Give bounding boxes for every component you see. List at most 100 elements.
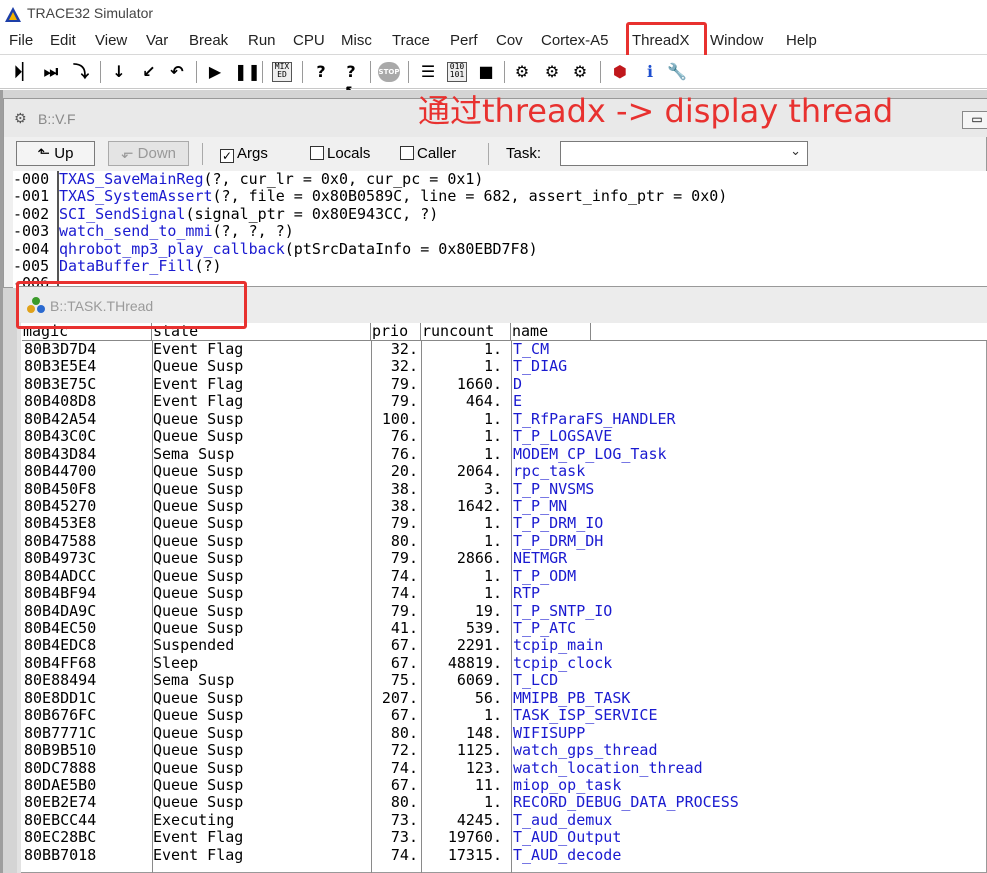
cell-name[interactable]: D [513,375,522,393]
menu-trace[interactable]: Trace [392,32,430,49]
cell-name[interactable]: T_P_SNTP_IO [513,602,612,620]
stack-frame-row[interactable]: -000 TXAS_SaveMainReg(?, cur_lr = 0x0, cu… [13,171,987,189]
table-row[interactable]: 80E8DD1C Queue Susp 207. 56. MMIPB_PB_TASK [22,689,987,707]
menu-window[interactable]: Window [710,32,763,49]
table-row[interactable]: 80DC7888 Queue Susp 74. 123. watch_location_… [22,759,987,777]
table-row[interactable]: 80DAE5B0 Queue Susp 67. 11. miop_op_task [22,776,987,794]
cell-name[interactable]: T_RfParaFS_HANDLER [513,410,676,428]
cell-name[interactable]: tcpip_clock [513,654,612,672]
cell-name[interactable]: T_P_DRM_IO [513,514,603,532]
task-select[interactable]: ⌄ [560,141,808,166]
table-row[interactable]: 80B4FF68 Sleep 67. 48819. tcpip_clock [22,654,987,672]
task-thread-titlebar[interactable]: B::TASK.THread [18,287,987,323]
table-row[interactable]: 80B43C0C Queue Susp 76. 1. T_P_LOGSAVE [22,427,987,445]
frame-function[interactable]: qhrobot_mp3_play_callback [59,240,285,258]
table-row[interactable]: 80B43D84 Sema Susp 76. 1. MODEM_CP_LOG_Task [22,445,987,463]
help-icon[interactable]: ? [312,62,330,82]
menu-cov[interactable]: Cov [496,32,523,49]
frame-function[interactable]: TXAS_SystemAssert [59,187,213,205]
cell-name[interactable]: MMIPB_PB_TASK [513,689,630,707]
table-row[interactable]: 80B453E8 Queue Susp 79. 1. T_P_DRM_IO [22,514,987,532]
column-header-name[interactable]: name [511,323,591,341]
frame-function[interactable]: DataBuffer_Fill [59,257,194,275]
context-help-icon[interactable]: ?↖ [340,62,362,101]
table-row[interactable]: 80EBCC44 Executing 73. 4245. T_aud_demux [22,811,987,829]
column-header-magic[interactable]: magic [22,323,152,341]
step-diverge-icon[interactable]: ⤵ [70,62,92,82]
table-row[interactable]: 80B3E5E4 Queue Susp 32. 1. T_DIAG [22,357,987,375]
table-row[interactable]: 80B4EDC8 Suspended 67. 2291. tcpip_main [22,636,987,654]
cell-name[interactable]: WIFISUPP [513,724,585,742]
column-header-prio[interactable]: prio [371,323,421,341]
cell-name[interactable]: RTP [513,584,540,602]
settings-wrench-icon[interactable]: 🔧 [666,62,688,82]
cell-name[interactable]: TASK_ISP_SERVICE [513,706,658,724]
table-row[interactable]: 80E88494 Sema Susp 75. 6069. T_LCD [22,671,987,689]
table-row[interactable]: 80BB7018 Event Flag 74. 17315. T_AUD_decode [22,846,987,864]
list-icon[interactable]: ☰ [418,62,438,82]
stack-frame-row[interactable]: -001 TXAS_SystemAssert(?, file = 0x80B058… [13,187,987,206]
menu-var[interactable]: Var [146,32,168,49]
cell-name[interactable]: T_P_ODM [513,567,576,585]
table-row[interactable]: 80B4ADCC Queue Susp 74. 1. T_P_ODM [22,567,987,585]
menu-cortex-a5[interactable]: Cortex-A5 [541,32,609,49]
cell-name[interactable]: watch_location_thread [513,759,703,777]
table-row[interactable]: 80B4BF94 Queue Susp 74. 1. RTP [22,584,987,602]
menu-threadx[interactable]: ThreadX [632,32,690,49]
caller-checkbox[interactable]: Caller [400,145,456,162]
table-row[interactable]: 80B4DA9C Queue Susp 79. 19. T_P_SNTP_IO [22,602,987,620]
cell-name[interactable]: T_DIAG [513,357,567,375]
cell-name[interactable]: RECORD_DEBUG_DATA_PROCESS [513,793,739,811]
locals-checkbox[interactable]: Locals [310,145,370,162]
column-header-state[interactable]: state [152,323,371,341]
step-icon[interactable]: ⏵▏ [14,62,34,82]
frame-function[interactable]: SCI_SendSignal [59,205,185,223]
menu-run[interactable]: Run [248,32,276,49]
caller-check-box[interactable] [400,146,414,160]
menu-help[interactable]: Help [786,32,817,49]
up-icon[interactable]: ↶ [168,62,186,82]
frame-function[interactable]: watch_send_to_mmi [59,222,213,240]
mode-icon[interactable]: MIX ED [272,62,292,82]
table-row[interactable]: 80B7771C Queue Susp 80. 148. WIFISUPP [22,724,987,742]
register-icon[interactable]: ■ [476,62,496,82]
cell-name[interactable]: T_LCD [513,671,558,689]
var-frame-icon[interactable]: ⚙ [570,62,590,82]
cell-name[interactable]: T_P_LOGSAVE [513,427,612,445]
cell-name[interactable]: NETMGR [513,549,567,567]
args-check-box[interactable]: ✓ [220,149,234,163]
chevron-down-icon[interactable]: ⌄ [790,144,801,159]
step-down-icon[interactable]: ↓ [110,62,128,82]
cell-name[interactable]: T_aud_demux [513,811,612,829]
table-row[interactable]: 80B44700 Queue Susp 20. 2064. rpc_task [22,462,987,480]
var-local-icon[interactable]: ⚙ [542,62,562,82]
return-icon[interactable]: ↙ [140,62,158,82]
cell-name[interactable]: watch_gps_thread [513,741,658,759]
table-row[interactable]: 80B3E75C Event Flag 79. 1660. D [22,375,987,393]
table-row[interactable]: 80B42A54 Queue Susp 100. 1. T_RfParaFS_HANDL… [22,410,987,428]
table-row[interactable]: 80EB2E74 Queue Susp 80. 1. RECORD_DEBUG_DATA… [22,793,987,811]
cell-name[interactable]: miop_op_task [513,776,621,794]
info-icon[interactable]: ℹ [640,62,660,82]
menu-misc[interactable]: Misc [341,32,372,49]
table-row[interactable]: 80EC28BC Event Flag 73. 19760. T_AUD_Output [22,828,987,846]
cell-name[interactable]: T_CM [513,341,549,358]
stack-frame-row[interactable]: -005 DataBuffer_Fill(?) [13,257,987,276]
stack-frame-row[interactable]: -002 SCI_SendSignal(signal_ptr = 0x80E943… [13,205,987,224]
break-icon[interactable]: ❚❚ [234,62,261,82]
minimize-button[interactable]: ▭ [962,111,987,129]
var-watch-icon[interactable]: ⚙ [512,62,532,82]
table-row[interactable]: 80B4973C Queue Susp 79. 2866. NETMGR [22,549,987,567]
stack-frame-row[interactable]: -003 watch_send_to_mmi(?, ?, ?) [13,222,987,241]
cell-name[interactable]: T_AUD_Output [513,828,621,846]
menu-view[interactable]: View [95,32,127,49]
cell-name[interactable]: T_P_NVSMS [513,480,594,498]
table-row[interactable]: 80B676FC Queue Susp 67. 1. TASK_ISP_SERVICE [22,706,987,724]
column-header-runcount[interactable]: runcount [421,323,511,341]
step-over-icon[interactable]: ⏭ [42,62,60,82]
go-icon[interactable]: ▶ [206,62,224,82]
up-button[interactable]: ⬑ Up [16,141,95,166]
table-row[interactable]: 80B4EC50 Queue Susp 41. 539. T_P_ATC [22,619,987,637]
table-row[interactable]: 80B408D8 Event Flag 79. 464. E [22,392,987,410]
menu-perf[interactable]: Perf [450,32,478,49]
